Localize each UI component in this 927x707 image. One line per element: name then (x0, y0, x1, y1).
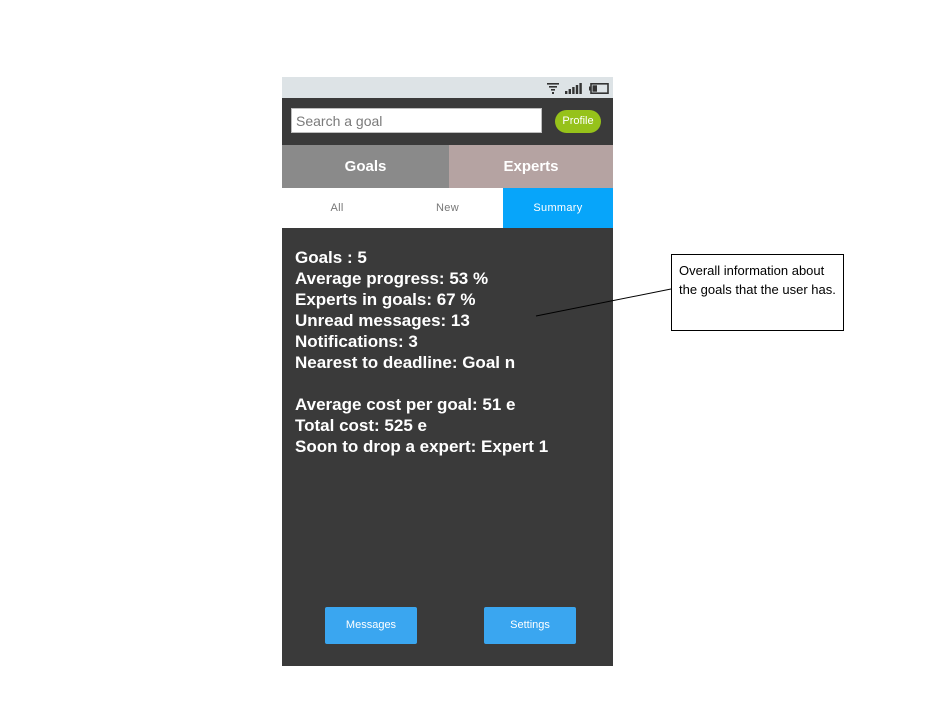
profile-button[interactable]: Profile (555, 110, 601, 133)
signal-icon (565, 82, 583, 94)
summary-notifications: Notifications: 3 (295, 332, 418, 351)
canvas: Profile Goals Experts All New Summary Go… (0, 0, 927, 707)
sub-tabs: All New Summary (282, 188, 613, 228)
tab-experts[interactable]: Experts (449, 145, 613, 188)
search-row: Profile (282, 98, 613, 145)
main-tabs: Goals Experts (282, 145, 613, 188)
summary-unread-messages: Unread messages: 13 (295, 311, 470, 330)
summary-goals: Goals : 5 (295, 248, 367, 267)
summary-average-cost: Average cost per goal: 51 e (295, 395, 516, 414)
wifi-icon (547, 82, 559, 94)
summary-nearest-deadline: Nearest to deadline: Goal n (295, 353, 516, 372)
summary-experts-in-goals: Experts in goals: 67 % (295, 290, 476, 309)
tab-goals[interactable]: Goals (282, 145, 449, 188)
settings-button[interactable]: Settings (484, 607, 576, 644)
summary-average-progress: Average progress: 53 % (295, 269, 489, 288)
summary-total-cost: Total cost: 525 e (295, 416, 427, 435)
phone-screen: Profile Goals Experts All New Summary Go… (282, 77, 613, 666)
annotation-callout: Overall information about the goals that… (671, 254, 844, 331)
sub-tab-summary[interactable]: Summary (503, 188, 613, 228)
status-bar (282, 77, 613, 98)
summary-spacer (295, 373, 610, 394)
sub-tab-all[interactable]: All (282, 188, 392, 228)
sub-tab-new[interactable]: New (392, 188, 503, 228)
battery-icon (589, 82, 609, 94)
messages-button[interactable]: Messages (325, 607, 417, 644)
status-icons (547, 81, 609, 95)
search-input[interactable] (291, 108, 542, 133)
summary-panel: Goals : 5 Average progress: 53 % Experts… (295, 247, 610, 457)
summary-soon-to-drop: Soon to drop a expert: Expert 1 (295, 437, 549, 456)
